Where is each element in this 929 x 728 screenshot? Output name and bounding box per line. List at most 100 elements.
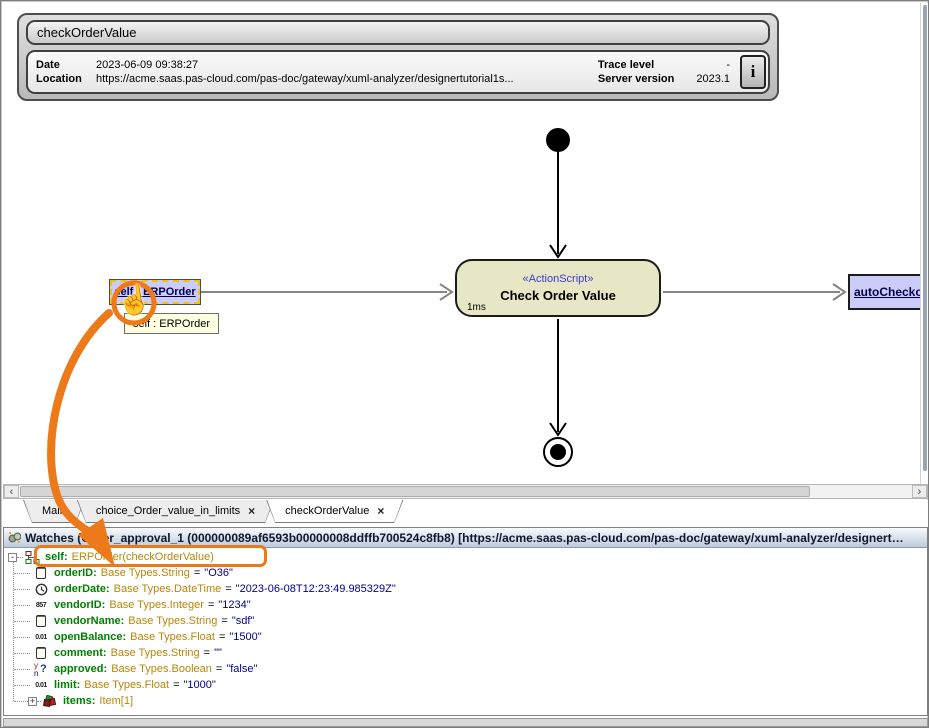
- tree-connector-line: [13, 562, 14, 701]
- tab-checkordervalue-label: checkOrderValue: [285, 505, 369, 517]
- equals-sign: =: [194, 567, 200, 579]
- canvas-horizontal-scrollbar[interactable]: ‹ ›: [3, 484, 928, 499]
- trace-info-box: Date 2023-06-09 09:38:27 Location https:…: [26, 50, 770, 94]
- trace-level-value: -: [696, 59, 730, 71]
- watch-name: openBalance:: [54, 631, 126, 643]
- watch-name: vendorID:: [54, 599, 105, 611]
- tab-choice-order-value-in-limits[interactable]: choice_Order_value_in_limits ×: [77, 500, 274, 523]
- watch-name: limit:: [54, 679, 80, 691]
- final-node: [544, 438, 572, 466]
- watch-row-limit[interactable]: 0.01 limit: Base Types.Float = "1000": [4, 677, 927, 693]
- tab-main-label: Main: [42, 505, 66, 517]
- watch-row-openbalance[interactable]: 0.01 openBalance: Base Types.Float = "15…: [4, 629, 927, 645]
- watches-header: Watches (Order_approval_1 (000000089af65…: [4, 528, 927, 548]
- watch-value: "false": [226, 663, 257, 675]
- watch-row-vendorid[interactable]: 857 vendorID: Base Types.Integer = "1234…: [4, 597, 927, 613]
- action-node-check-order-value[interactable]: «ActionScript» Check Order Value 1ms: [455, 259, 661, 317]
- watch-type: ERPOrder(checkOrderValue): [72, 551, 214, 563]
- watch-row-comment[interactable]: comment: Base Types.String = "": [4, 645, 927, 661]
- watch-type: Base Types.DateTime: [114, 583, 222, 595]
- watches-panel: Watches (Order_approval_1 (000000089af65…: [3, 527, 928, 716]
- string-icon: [32, 567, 50, 579]
- object-node-self-erporder[interactable]: self : ERPOrder: [110, 280, 200, 304]
- tab-checkordervalue[interactable]: checkOrderValue ×: [266, 500, 403, 523]
- equals-sign: =: [221, 615, 227, 627]
- expand-icon[interactable]: +: [28, 697, 37, 706]
- string-icon: [32, 615, 50, 627]
- server-version-label: Server version: [598, 73, 674, 85]
- equals-sign: =: [225, 583, 231, 595]
- watch-name: comment:: [54, 647, 107, 659]
- scroll-left-button[interactable]: ‹: [4, 485, 19, 498]
- watches-title: Watches (Order_approval_1 (000000089af65…: [25, 531, 904, 545]
- class-icon: [23, 551, 41, 564]
- equals-sign: =: [204, 647, 210, 659]
- string-icon: [32, 647, 50, 659]
- status-bar: [3, 718, 928, 727]
- close-icon[interactable]: ×: [377, 505, 384, 517]
- equals-sign: =: [219, 631, 225, 643]
- watch-type: Base Types.String: [101, 567, 190, 579]
- watch-row-orderdate[interactable]: orderDate: Base Types.DateTime = "2023-0…: [4, 581, 927, 597]
- watch-type: Base Types.Integer: [109, 599, 204, 611]
- collapse-icon[interactable]: -: [8, 553, 17, 562]
- float-icon: 0.01: [32, 682, 50, 689]
- date-label: Date: [36, 59, 96, 71]
- watch-name: vendorName:: [54, 615, 124, 627]
- canvas-vertical-scrollbar[interactable]: [920, 3, 928, 484]
- scroll-right-button[interactable]: ›: [912, 485, 927, 498]
- initial-node: [546, 128, 570, 152]
- trace-level-label: Trace level: [598, 59, 674, 71]
- diagram-header: checkOrderValue Date 2023-06-09 09:38:27…: [17, 13, 779, 101]
- location-value: https://acme.saas.pas-cloud.com/pas-doc/…: [96, 73, 598, 85]
- watch-row-orderid[interactable]: orderID: Base Types.String = "O36": [4, 565, 927, 581]
- action-duration: 1ms: [467, 302, 486, 313]
- array-icon: [41, 695, 59, 708]
- watch-name: orderID:: [54, 567, 97, 579]
- watch-row-items[interactable]: + items: Item[1]: [4, 693, 927, 709]
- watch-row-self[interactable]: - self: ERPOrder(checkOrderValue): [4, 549, 927, 565]
- watch-name: approved:: [54, 663, 107, 675]
- watch-row-approved[interactable]: y ? n approved: Base Types.Boolean = "fa…: [4, 661, 927, 677]
- watch-row-vendorname[interactable]: vendorName: Base Types.String = "sdf": [4, 613, 927, 629]
- node-autocheckout[interactable]: autoCheckou: [848, 274, 924, 310]
- action-stereotype: «ActionScript»: [523, 273, 594, 285]
- watch-type: Item[1]: [99, 695, 133, 707]
- watch-value: "sdf": [232, 615, 254, 627]
- analyzer-window: checkOrderValue Date 2023-06-09 09:38:27…: [0, 0, 929, 728]
- watch-value: "": [214, 647, 222, 659]
- date-value: 2023-06-09 09:38:27: [96, 59, 598, 71]
- watch-type: Base Types.String: [111, 647, 200, 659]
- watch-type: Base Types.Float: [130, 631, 215, 643]
- tab-main[interactable]: Main: [23, 500, 85, 523]
- watch-name: self:: [45, 551, 68, 563]
- watch-name: orderDate:: [54, 583, 110, 595]
- equals-sign: =: [216, 663, 222, 675]
- boolean-icon: y ? n: [32, 663, 50, 676]
- vertical-scroll-thumb[interactable]: [923, 5, 927, 471]
- datetime-icon: [32, 583, 50, 596]
- watch-value: "1500": [229, 631, 261, 643]
- autocheckout-label: autoCheckou: [850, 285, 924, 299]
- diagram-title: checkOrderValue: [26, 20, 770, 45]
- watch-value: "2023-06-08T12:23:49.985329Z": [236, 583, 396, 595]
- watches-tree: - self: ERPOrder(checkOrderValue) o: [4, 548, 927, 709]
- integer-icon: 857: [32, 602, 50, 609]
- watch-name: items:: [63, 695, 95, 707]
- float-icon: 0.01: [32, 634, 50, 641]
- horizontal-scroll-thumb[interactable]: [20, 486, 810, 497]
- info-button[interactable]: i: [740, 55, 766, 89]
- object-node-label: self : ERPOrder: [114, 286, 195, 298]
- location-label: Location: [36, 73, 96, 85]
- action-name: Check Order Value: [500, 288, 616, 303]
- diagram-canvas[interactable]: checkOrderValue Date 2023-06-09 09:38:27…: [3, 3, 928, 484]
- object-tooltip: self : ERPOrder: [124, 313, 219, 334]
- server-version-value: 2023.1: [696, 73, 730, 85]
- watch-type: Base Types.Float: [84, 679, 169, 691]
- equals-sign: =: [208, 599, 214, 611]
- watch-type: Base Types.String: [128, 615, 217, 627]
- watch-value: "1000": [184, 679, 216, 691]
- watches-icon: [8, 531, 21, 544]
- equals-sign: =: [173, 679, 179, 691]
- close-icon[interactable]: ×: [248, 505, 255, 517]
